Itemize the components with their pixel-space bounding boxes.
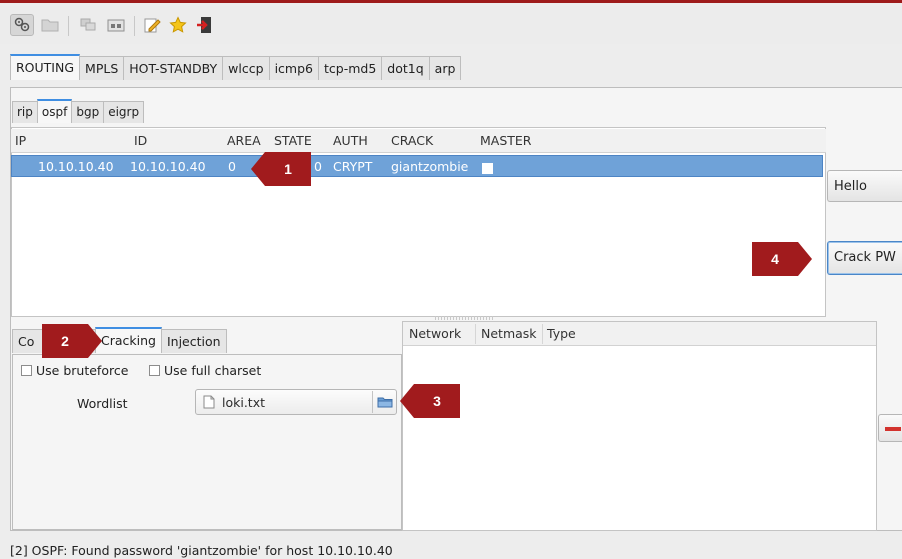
tab-hot-standby[interactable]: HOT-STANDBY bbox=[123, 56, 224, 80]
full-charset-checkbox[interactable] bbox=[149, 365, 160, 376]
full-charset-option[interactable]: Use full charset bbox=[149, 363, 261, 378]
remove-button[interactable] bbox=[878, 414, 902, 442]
col-divider bbox=[542, 324, 543, 344]
cell-id: 10.10.10.40 bbox=[130, 159, 206, 174]
callout-marker-4: 4 bbox=[752, 242, 812, 276]
col-netmask[interactable]: Netmask bbox=[481, 326, 537, 341]
toolbar-separator bbox=[134, 16, 135, 36]
bruteforce-label: Use bruteforce bbox=[36, 363, 129, 378]
hello-button[interactable]: Hello bbox=[827, 170, 902, 202]
toolbar bbox=[0, 6, 902, 44]
cell-master-checkbox[interactable] bbox=[482, 160, 493, 175]
tab-routing[interactable]: ROUTING bbox=[10, 54, 81, 80]
network-table: Network Netmask Type bbox=[402, 321, 877, 531]
tab-ospf[interactable]: ospf bbox=[36, 99, 73, 123]
wordlist-chooser[interactable]: loki.txt bbox=[195, 389, 397, 415]
col-network[interactable]: Network bbox=[409, 326, 461, 341]
network-icon[interactable] bbox=[76, 14, 100, 36]
tab-mpls[interactable]: MPLS bbox=[79, 56, 125, 80]
tab-bgp[interactable]: bgp bbox=[71, 101, 105, 123]
col-id[interactable]: ID bbox=[134, 133, 147, 148]
col-master[interactable]: MASTER bbox=[480, 133, 532, 148]
splitter-handle[interactable] bbox=[435, 316, 495, 320]
protocol-tabbar: ROUTING MPLS HOT-STANDBY wlccp icmp6 tcp… bbox=[10, 54, 462, 80]
tab-rip[interactable]: rip bbox=[12, 101, 38, 123]
module-icon[interactable] bbox=[10, 14, 34, 36]
crack-pw-button[interactable]: Crack PW bbox=[827, 241, 902, 275]
wordlist-label: Wordlist bbox=[77, 396, 128, 411]
open-folder-icon[interactable] bbox=[377, 395, 393, 412]
wordlist-value: loki.txt bbox=[222, 395, 266, 410]
cell-state: 0 bbox=[314, 159, 322, 174]
cracking-panel: Use bruteforce Use full charset Wordlist bbox=[12, 354, 402, 530]
edit-icon[interactable] bbox=[140, 14, 164, 36]
table-row[interactable]: 10.10.10.40 10.10.10.40 0 0 CRYPT giantz… bbox=[11, 155, 823, 177]
tab-tcp-md5[interactable]: tcp-md5 bbox=[317, 56, 383, 80]
cell-crack: giantzombie bbox=[391, 159, 469, 174]
status-bar-text: [2] OSPF: Found password 'giantzombie' f… bbox=[10, 543, 393, 558]
bruteforce-option[interactable]: Use bruteforce bbox=[21, 363, 128, 378]
file-icon bbox=[203, 395, 215, 412]
full-charset-label: Use full charset bbox=[164, 363, 262, 378]
combo-divider bbox=[372, 391, 373, 413]
callout-marker-3: 3 bbox=[400, 384, 460, 418]
col-area[interactable]: AREA bbox=[227, 133, 261, 148]
cell-ip: 10.10.10.40 bbox=[38, 159, 114, 174]
tab-arp[interactable]: arp bbox=[428, 56, 462, 80]
hosts-table-header: IP ID AREA STATE AUTH CRACK MASTER bbox=[11, 129, 826, 153]
exit-icon[interactable] bbox=[192, 14, 216, 36]
routing-tabbar: rip ospf bgp eigrp bbox=[12, 99, 145, 123]
col-crack[interactable]: CRACK bbox=[391, 133, 433, 148]
folder-icon[interactable] bbox=[38, 14, 62, 36]
col-auth[interactable]: AUTH bbox=[333, 133, 368, 148]
col-divider bbox=[475, 324, 476, 344]
callout-marker-1: 1 bbox=[251, 152, 311, 186]
cell-area: 0 bbox=[228, 159, 236, 174]
col-ip[interactable]: IP bbox=[15, 133, 26, 148]
tab-wlccp[interactable]: wlccp bbox=[222, 56, 270, 80]
col-state[interactable]: STATE bbox=[274, 133, 312, 148]
cell-auth: CRYPT bbox=[333, 159, 373, 174]
ethernet-icon[interactable] bbox=[104, 14, 128, 36]
tab-cracking[interactable]: Cracking bbox=[95, 327, 162, 353]
tab-eigrp[interactable]: eigrp bbox=[103, 101, 145, 123]
minus-icon bbox=[885, 427, 901, 431]
col-type[interactable]: Type bbox=[547, 326, 576, 341]
tab-icmp6[interactable]: icmp6 bbox=[268, 56, 319, 80]
bruteforce-checkbox[interactable] bbox=[21, 365, 32, 376]
callout-marker-2: 2 bbox=[42, 324, 102, 358]
network-table-header: Network Netmask Type bbox=[403, 322, 876, 346]
star-icon[interactable] bbox=[166, 14, 190, 36]
tab-injection[interactable]: Injection bbox=[160, 329, 227, 353]
toolbar-separator bbox=[68, 16, 69, 36]
tab-dot1q[interactable]: dot1q bbox=[381, 56, 430, 80]
